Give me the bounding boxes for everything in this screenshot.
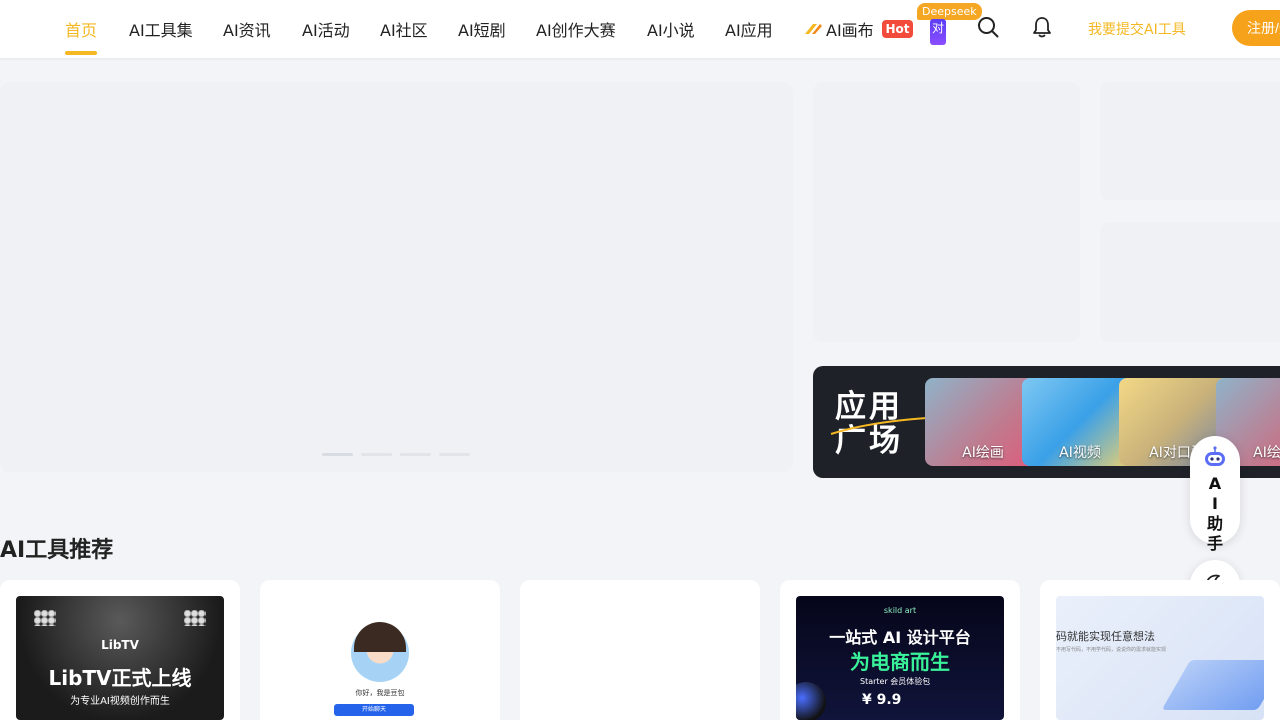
tool-thumbnail: skild art 一站式 AI 设计平台 为电商而生 Starter 会员体验…: [796, 596, 1004, 720]
libtv-subtitle: 为专业AI视频创作而生: [70, 696, 170, 707]
ideas-headline: 码就能实现任意想法: [1056, 630, 1155, 643]
register-login-button[interactable]: 注册/登录: [1232, 10, 1280, 46]
canvas-brush-icon: [803, 21, 823, 37]
carousel-dot[interactable]: [400, 453, 431, 456]
skildart-headline: 一站式 AI 设计平台: [829, 628, 971, 647]
nav-item-ai-novel[interactable]: AI小说: [647, 17, 695, 41]
ideas-subtitle: 不用写代码，不用学代码，说说你的需求就能实现: [1056, 647, 1167, 653]
submit-tool-link[interactable]: 我要提交AI工具: [1088, 19, 1186, 39]
nav-item-ai-tools[interactable]: AI工具集: [129, 17, 193, 41]
carousel-dots: [322, 453, 470, 456]
libtv-headline: LibTV正式上线: [48, 666, 192, 690]
hero-carousel[interactable]: [0, 82, 793, 472]
nav-item-ai-canvas[interactable]: AI画布: [826, 17, 874, 41]
studio-light-icon: [34, 610, 56, 626]
nav-item-ai-contest[interactable]: AI创作大赛: [536, 17, 616, 41]
tool-card-doubao[interactable]: 你好，我是豆包 开始聊天: [260, 580, 500, 720]
skildart-price: ¥ 9.9: [862, 692, 902, 708]
tool-card-libtv[interactable]: LibTV LibTV正式上线 为专业AI视频创作而生: [0, 580, 240, 720]
tool-thumbnail: 码就能实现任意想法 不用写代码，不用学代码，说说你的需求就能实现: [1056, 596, 1264, 720]
nav-item-ai-news[interactable]: AI资讯: [223, 17, 271, 41]
top-navigation: 首页 AI工具集 AI资讯 AI活动 AI社区 AI短剧 AI创作大赛 AI小说…: [0, 0, 1280, 58]
robot-icon: [1203, 446, 1227, 472]
promo-card[interactable]: [813, 82, 1080, 342]
nav-item-ai-events[interactable]: AI活动: [302, 17, 350, 41]
nav-active-indicator: [65, 51, 97, 55]
nav-item-ai-apps[interactable]: AI应用: [725, 17, 773, 41]
decorative-plate: [1161, 660, 1264, 710]
libtv-logo: LibTV: [101, 638, 139, 652]
carousel-dot[interactable]: [322, 453, 353, 456]
ai-assistant-label: AI助手: [1206, 474, 1223, 553]
deepseek-chat-tile[interactable]: 对: [930, 19, 946, 45]
promo-card[interactable]: [1100, 82, 1280, 200]
nav-item-ai-community[interactable]: AI社区: [380, 17, 428, 41]
tool-thumbnail: 你好，我是豆包 开始聊天: [276, 596, 484, 720]
nav-item-ai-short-drama[interactable]: AI短剧: [458, 17, 506, 41]
carousel-dot[interactable]: [361, 453, 392, 456]
tool-card-ideas[interactable]: 码就能实现任意想法 不用写代码，不用学代码，说说你的需求就能实现: [1040, 580, 1280, 720]
avatar-greeting: 你好，我是豆包: [355, 689, 405, 697]
hot-badge: Hot: [882, 20, 913, 38]
bell-icon[interactable]: [1029, 14, 1055, 40]
ai-assistant-button[interactable]: AI助手: [1190, 436, 1240, 553]
avatar-hair: [354, 622, 406, 652]
section-title: AI工具推荐: [0, 538, 114, 563]
carousel-dot[interactable]: [439, 453, 470, 456]
decorative-orb: [796, 682, 826, 720]
studio-light-icon: [184, 610, 206, 626]
tool-card-empty[interactable]: [520, 580, 760, 720]
skildart-package: Starter 会员体验包: [860, 677, 931, 686]
search-icon[interactable]: [975, 14, 1001, 40]
tool-card-skildart[interactable]: skild art 一站式 AI 设计平台 为电商而生 Starter 会员体验…: [780, 580, 1020, 720]
plaza-swoosh-icon: [830, 417, 928, 435]
nav-item-home[interactable]: 首页: [65, 17, 97, 41]
tool-thumbnail: LibTV LibTV正式上线 为专业AI视频创作而生: [16, 596, 224, 720]
promo-card[interactable]: [1100, 222, 1280, 342]
skildart-logo: skild art: [883, 606, 917, 615]
avatar-start-button: 开始聊天: [334, 704, 414, 716]
skildart-subheadline: 为电商而生: [850, 650, 950, 674]
deepseek-badge: Deepseek: [917, 3, 982, 20]
